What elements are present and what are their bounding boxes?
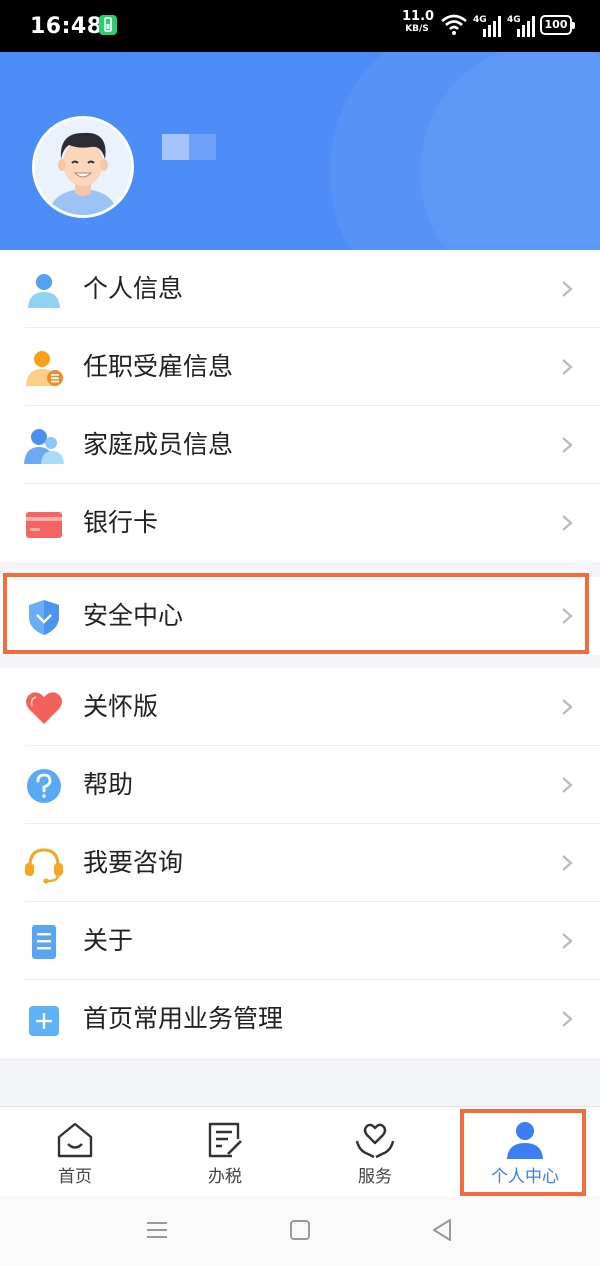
bank-card-icon (26, 512, 62, 538)
menu-group-support: 关怀版 帮助 我要咨询 关于 首页常用业务管理 (0, 668, 600, 1058)
menu-item-care-version[interactable]: 关怀版 (0, 668, 600, 746)
service-icon (355, 1123, 395, 1159)
menu-item-employment-info[interactable]: 任职受雇信息 (0, 328, 600, 406)
heart-icon (26, 692, 62, 724)
chevron-right-icon (562, 1011, 573, 1027)
tab-service[interactable]: 服务 (300, 1107, 450, 1195)
battery-saver-icon (99, 15, 117, 35)
menu-item-bank-card[interactable]: 银行卡 (0, 484, 600, 562)
add-icon (29, 1006, 59, 1036)
person-icon (28, 274, 60, 308)
menu-item-help[interactable]: 帮助 (0, 746, 600, 824)
status-time: 16:48 (30, 14, 103, 39)
highlight-personal-center-tab (460, 1109, 586, 1196)
svg-text:4G: 4G (507, 15, 521, 25)
chevron-right-icon (562, 437, 573, 453)
user-name-blurred (162, 134, 216, 160)
battery-icon: 100 (540, 15, 575, 35)
chevron-right-icon (562, 359, 573, 375)
status-bar: 16:48 11.0 KB/S 4G 4G 100 (0, 0, 600, 52)
back-icon[interactable] (428, 1216, 456, 1244)
menu-item-about[interactable]: 关于 (0, 902, 600, 980)
home-icon (57, 1122, 93, 1158)
system-navigation-bar (0, 1196, 600, 1266)
menu-group-personal: 个人信息 任职受雇信息 家庭成员信息 银行卡 (0, 250, 600, 562)
highlight-security-center (3, 573, 589, 654)
tax-icon (208, 1122, 242, 1158)
chevron-right-icon (562, 281, 573, 297)
wifi-icon (441, 14, 467, 35)
menu-item-family-info[interactable]: 家庭成员信息 (0, 406, 600, 484)
chevron-right-icon (562, 933, 573, 949)
headset-icon (25, 848, 63, 884)
cellular-signal-icon: 4G (473, 15, 501, 37)
user-avatar-icon[interactable] (32, 116, 134, 218)
tab-home[interactable]: 首页 (0, 1107, 150, 1195)
menu-item-consultation[interactable]: 我要咨询 (0, 824, 600, 902)
family-icon (24, 429, 64, 464)
help-icon (27, 769, 61, 803)
menu-item-home-business-management[interactable]: 首页常用业务管理 (0, 980, 600, 1058)
chevron-right-icon (562, 777, 573, 793)
chevron-right-icon (562, 699, 573, 715)
menu-icon[interactable] (143, 1216, 171, 1244)
cellular-signal-icon: 4G (507, 15, 535, 37)
profile-header (0, 52, 600, 250)
chevron-right-icon (562, 855, 573, 871)
svg-text:4G: 4G (473, 15, 487, 25)
employment-icon (26, 351, 63, 386)
document-icon (32, 925, 56, 959)
network-speed: 11.0 KB/S (402, 9, 435, 34)
chevron-right-icon (562, 515, 573, 531)
menu-item-personal-info[interactable]: 个人信息 (0, 250, 600, 328)
home-button-icon[interactable] (286, 1216, 314, 1244)
tab-tax[interactable]: 办税 (150, 1107, 300, 1195)
